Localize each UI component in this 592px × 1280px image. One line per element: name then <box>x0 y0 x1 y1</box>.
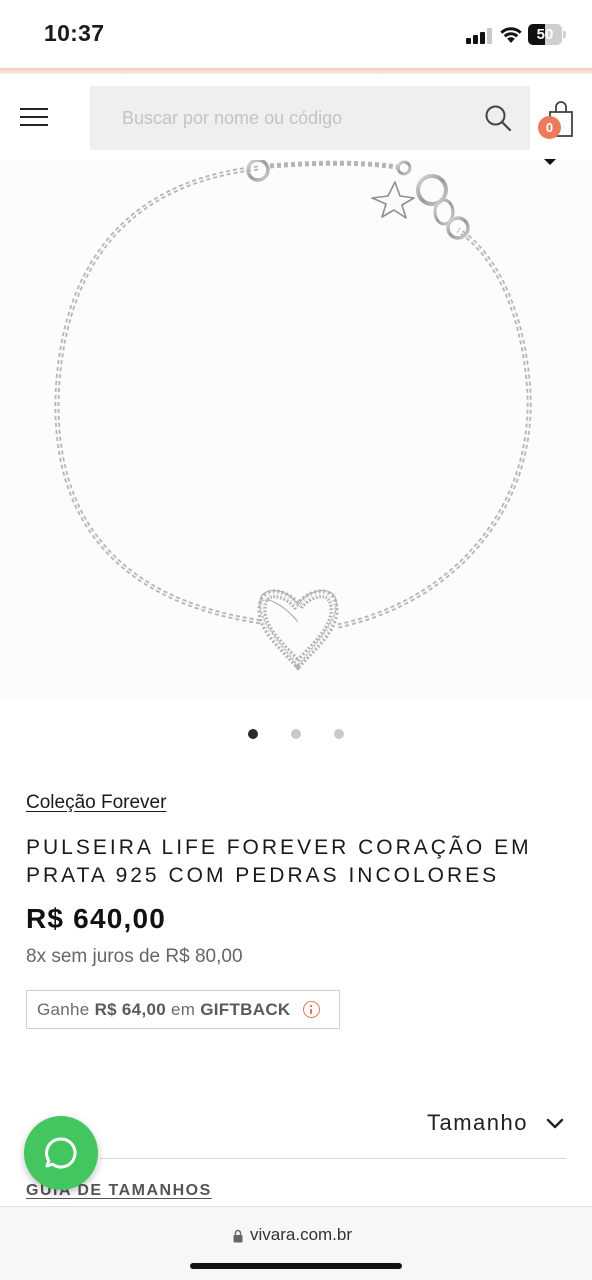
status-bar: 10:37 50 <box>0 0 592 68</box>
hamburger-menu-icon[interactable] <box>20 108 48 126</box>
whatsapp-button[interactable] <box>24 1116 98 1190</box>
gallery-dot-2[interactable] <box>291 729 301 739</box>
whatsapp-chat-icon <box>45 1137 77 1169</box>
search-icon[interactable] <box>484 104 512 132</box>
battery-icon: 50 <box>528 24 566 45</box>
collection-link[interactable]: Coleção Forever <box>26 792 166 814</box>
wifi-icon <box>500 27 522 43</box>
divider <box>100 1158 566 1159</box>
size-select-label: Tamanho <box>426 1110 528 1135</box>
giftback-middle: em <box>171 1000 196 1019</box>
status-time: 10:37 <box>44 20 105 46</box>
gallery-pagination <box>0 729 592 741</box>
site-header: 0 <box>0 74 592 160</box>
giftback-label: GIFTBACK <box>200 1000 291 1019</box>
cart-count-badge[interactable]: 0 <box>538 116 561 139</box>
home-indicator[interactable] <box>190 1263 402 1269</box>
product-price: R$ 640,00 <box>26 903 167 934</box>
info-icon[interactable] <box>303 1001 320 1018</box>
chevron-down-icon[interactable] <box>544 159 556 165</box>
gallery-dot-1[interactable] <box>248 729 258 739</box>
product-image[interactable] <box>0 158 592 700</box>
installments-text: 8x sem juros de R$ 80,00 <box>26 946 243 967</box>
giftback-prefix: Ganhe <box>37 1000 90 1019</box>
battery-level: 50 <box>536 26 554 43</box>
lock-icon <box>233 1229 243 1243</box>
search-input[interactable] <box>90 86 480 150</box>
search-bar <box>90 86 530 150</box>
chevron-down-icon <box>546 1118 564 1129</box>
size-select[interactable]: Tamanho <box>100 1100 566 1156</box>
cellular-signal-icon <box>466 28 492 44</box>
browser-url[interactable]: vivara.com.br <box>250 1225 352 1245</box>
gallery-dot-3[interactable] <box>334 729 344 739</box>
bracelet-image <box>54 158 532 671</box>
giftback-amount: R$ 64,00 <box>94 1000 166 1019</box>
product-title: PULSEIRA LIFE FOREVER CORAÇÃO EM PRATA 9… <box>26 836 532 887</box>
browser-address-bar[interactable]: vivara.com.br <box>0 1206 592 1280</box>
giftback-badge: Ganhe R$ 64,00 em GIFTBACK <box>26 990 340 1029</box>
